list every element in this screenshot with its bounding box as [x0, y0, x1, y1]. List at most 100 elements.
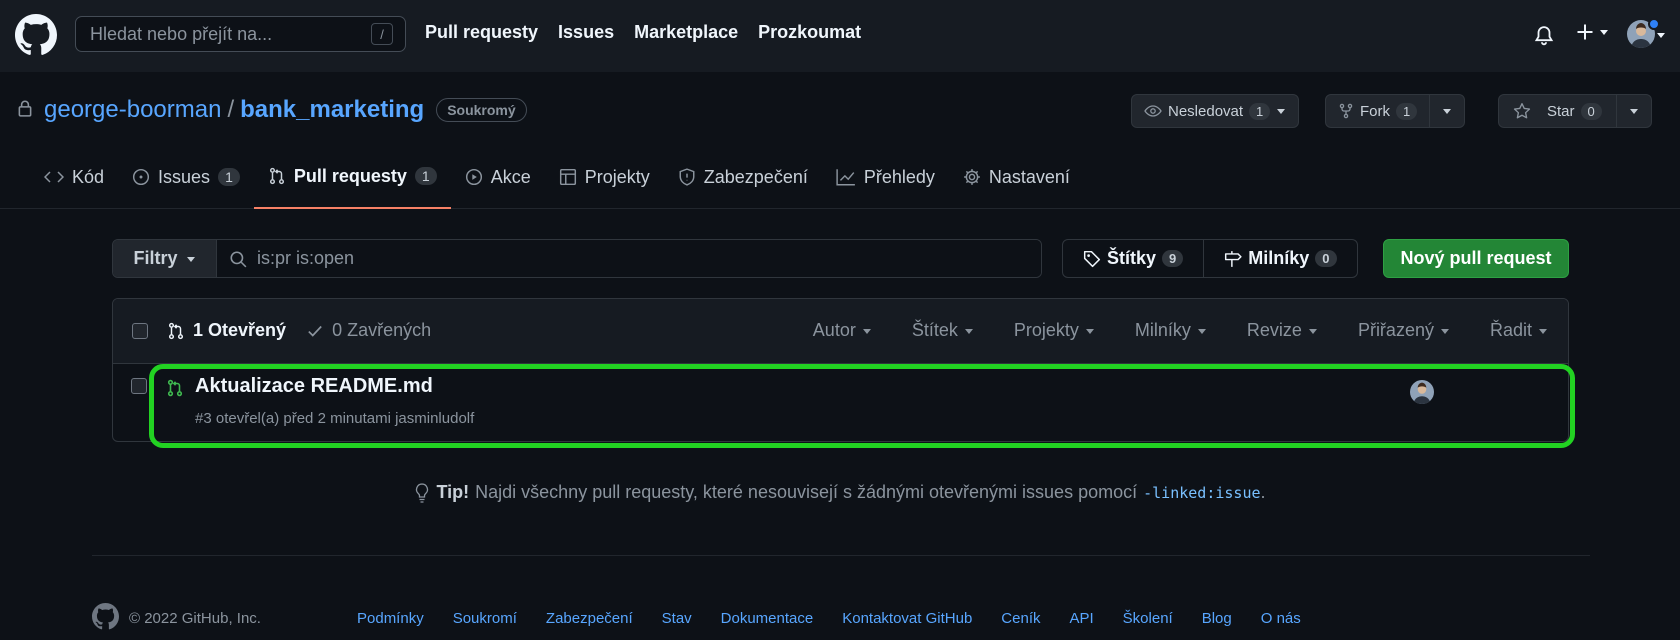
table-icon	[559, 168, 576, 186]
global-search-input[interactable]: Hledat nebo přejít na... /	[75, 16, 406, 52]
copyright-text: © 2022 GitHub, Inc.	[129, 610, 261, 627]
projects-dropdown[interactable]: Projekty	[1014, 320, 1095, 341]
assignee-dropdown[interactable]: Přiřazený	[1358, 320, 1450, 341]
tab-settings[interactable]: Nastavení	[949, 152, 1084, 202]
star-button[interactable]: Star 0	[1499, 95, 1616, 127]
fork-dropdown-button[interactable]	[1429, 95, 1464, 127]
labels-count: 9	[1162, 250, 1184, 267]
tip-code: -linked:issue	[1143, 483, 1261, 502]
filters-dropdown-button[interactable]: Filtry	[113, 240, 217, 277]
tab-issues[interactable]: Issues 1	[118, 152, 254, 202]
milestone-icon	[1225, 250, 1242, 267]
new-pull-request-button[interactable]: Nový pull request	[1383, 239, 1569, 278]
labels-button[interactable]: Štítky 9	[1063, 240, 1203, 277]
caret-down-icon[interactable]	[1656, 30, 1666, 40]
tab-insights[interactable]: Přehledy	[822, 152, 949, 202]
tab-count: 1	[414, 167, 437, 185]
star-label: Star	[1547, 102, 1575, 120]
footer-link-training[interactable]: Školení	[1123, 610, 1173, 627]
select-all-checkbox[interactable]	[132, 323, 148, 339]
footer-link-blog[interactable]: Blog	[1202, 610, 1232, 627]
row-checkbox[interactable]	[131, 378, 147, 394]
light-bulb-icon	[416, 482, 429, 503]
repo-owner-link[interactable]: george-boorman	[44, 96, 221, 124]
closed-count-label: 0 Zavřených	[332, 320, 432, 340]
repo-forked-icon	[1339, 103, 1353, 119]
labels-label: Štítky	[1107, 248, 1157, 268]
sorter-label: Milníky	[1134, 320, 1191, 340]
reviews-dropdown[interactable]: Revize	[1247, 320, 1318, 341]
tab-pull-requests[interactable]: Pull requesty 1	[253, 152, 451, 209]
repo-tabs: Kód Issues 1 Pull requesty 1 Akce Projek…	[30, 152, 1084, 209]
caret-down-icon	[1443, 109, 1452, 114]
tab-security[interactable]: Zabezpečení	[664, 152, 822, 202]
fork-count: 1	[1396, 102, 1418, 120]
global-header: Hledat nebo přejít na... / Pull requesty…	[0, 0, 1680, 72]
tab-label: Zabezpečení	[703, 166, 808, 187]
assignee-avatar[interactable]	[1410, 380, 1434, 404]
star-icon	[1513, 103, 1531, 119]
bell-icon[interactable]	[1533, 22, 1555, 46]
gear-icon	[964, 169, 980, 185]
nav-explore[interactable]: Prozkoumat	[758, 22, 861, 43]
graph-icon	[836, 169, 855, 186]
footer-link-status[interactable]: Stav	[662, 610, 692, 627]
footer-link-about[interactable]: O nás	[1261, 610, 1301, 627]
tab-code[interactable]: Kód	[30, 152, 118, 202]
nav-pull-requests[interactable]: Pull requesty	[425, 22, 538, 43]
list-header: 1 Otevřený 0 Zavřených Autor Štítek Proj…	[113, 299, 1568, 364]
milestones-button[interactable]: Milníky 0	[1203, 240, 1356, 277]
github-logo-icon[interactable]	[92, 603, 119, 630]
star-dropdown-button[interactable]	[1615, 95, 1651, 127]
filter-search-input[interactable]: is:pr is:open	[217, 240, 1041, 277]
search-placeholder: Hledat nebo přejít na...	[90, 23, 273, 44]
caret-down-icon	[1085, 328, 1094, 334]
footer-link-terms[interactable]: Podmínky	[357, 610, 424, 627]
footer-link-contact[interactable]: Kontaktovat GitHub	[842, 610, 972, 627]
footer-links: Podmínky Soukromí Zabezpečení Stav Dokum…	[357, 610, 1301, 627]
repo-name-link[interactable]: bank_marketing	[240, 96, 424, 124]
author-dropdown[interactable]: Autor	[813, 320, 872, 341]
label-dropdown[interactable]: Štítek	[912, 320, 974, 341]
check-icon	[308, 325, 322, 337]
fork-button[interactable]: Fork 1	[1326, 95, 1429, 127]
caret-down-icon	[1539, 328, 1547, 334]
filter-query: is:pr is:open	[257, 248, 355, 268]
footer-link-api[interactable]: API	[1069, 610, 1093, 627]
repo-separator: /	[227, 96, 235, 123]
github-logo-icon[interactable]	[15, 14, 57, 56]
tab-label: Pull requesty	[293, 165, 407, 186]
tab-projects[interactable]: Projekty	[545, 152, 664, 202]
star-button-group: Star 0	[1498, 94, 1652, 128]
git-pull-request-icon	[168, 322, 184, 339]
milestones-dropdown[interactable]: Milníky	[1135, 320, 1207, 341]
caret-down-icon	[1277, 109, 1286, 114]
open-filter[interactable]: 1 Otevřený	[167, 320, 286, 341]
tab-label: Přehledy	[863, 166, 935, 187]
watch-count: 1	[1249, 102, 1271, 120]
tab-actions[interactable]: Akce	[451, 152, 545, 202]
nav-marketplace[interactable]: Marketplace	[634, 22, 738, 43]
caret-down-icon	[1440, 328, 1449, 334]
tab-label: Akce	[490, 166, 531, 187]
watch-button[interactable]: Nesledovat 1	[1132, 95, 1298, 127]
global-nav: Pull requesty Issues Marketplace Prozkou…	[425, 22, 861, 43]
code-icon	[44, 171, 64, 183]
caret-down-icon	[1308, 328, 1317, 334]
closed-filter[interactable]: 0 Zavřených	[306, 320, 431, 341]
sort-dropdown[interactable]: Řadit	[1490, 320, 1548, 341]
footer-link-security[interactable]: Zabezpečení	[546, 610, 633, 627]
plus-icon	[1577, 24, 1593, 40]
tag-icon	[1083, 250, 1101, 267]
create-new-menu[interactable]	[1575, 22, 1609, 42]
footer-link-pricing[interactable]: Ceník	[1001, 610, 1040, 627]
nav-issues[interactable]: Issues	[558, 22, 614, 43]
footer-link-privacy[interactable]: Soukromí	[453, 610, 517, 627]
watch-button-group: Nesledovat 1	[1131, 94, 1300, 128]
milestones-label: Milníky	[1248, 248, 1310, 268]
footer-link-docs[interactable]: Dokumentace	[721, 610, 814, 627]
notification-dot	[1648, 18, 1660, 30]
pull-request-title-link[interactable]: Aktualizace README.md	[195, 375, 433, 398]
caret-down-icon	[1600, 30, 1608, 35]
star-count: 0	[1580, 102, 1602, 120]
